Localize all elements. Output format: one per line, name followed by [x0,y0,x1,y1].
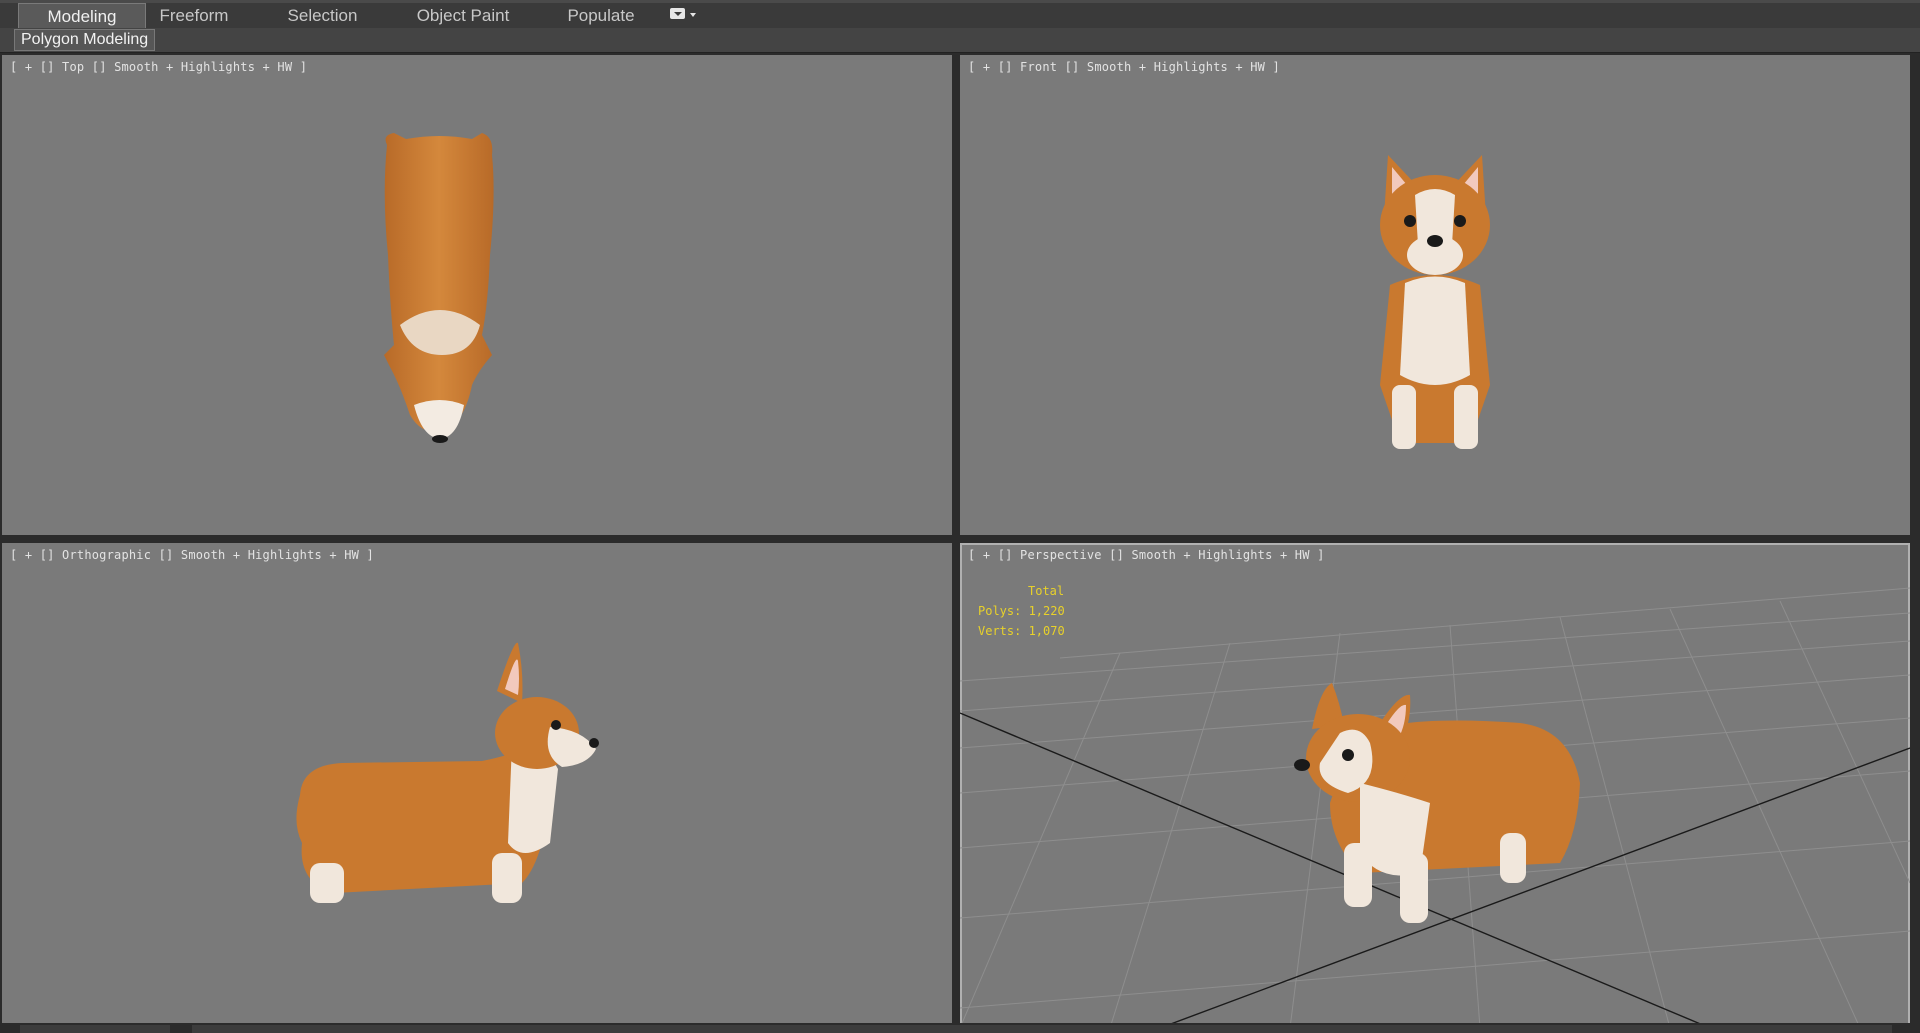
corgi-top-view [384,133,494,443]
viewport-orthographic[interactable]: [ + [] Orthographic [] Smooth + Highligh… [2,543,952,1028]
tab-populate[interactable]: Populate [560,3,642,28]
viewport-shading-menu[interactable]: Smooth + Highlights + HW [1131,548,1309,562]
tab-freeform[interactable]: Freeform [150,3,238,28]
ribbon-tab-bar: Modeling Freeform Selection Object Paint… [0,0,1920,29]
viewport-front[interactable]: [ + [] Front [] Smooth + Highlights + HW… [960,55,1910,535]
corgi-nose [1427,235,1443,247]
label-bracket: [] [997,548,1013,562]
corgi-nose [589,738,599,748]
label-bracket: [] [1109,548,1125,562]
corgi-nose [432,435,448,443]
viewport-perspective[interactable]: [ + [] Perspective [] Smooth + Highlight… [960,543,1910,1028]
corgi-leg-back [1500,833,1526,883]
corgi-leg-right [1454,385,1478,449]
viewport-label: [ + [] Perspective [] Smooth + Highlight… [968,548,1325,562]
chevron-down-icon [690,13,696,17]
viewport-menu-plus[interactable]: + [983,548,990,562]
scene-statistics: Total Polys: 1,220 Verts: 1,070 [978,581,1065,641]
ribbon-options-dropdown[interactable] [670,7,704,23]
corgi-muzzle [414,400,464,439]
viewport-top[interactable]: [ + [] Top [] Smooth + Highlights + HW ] [2,55,952,535]
3dsmax-window: Modeling Freeform Selection Object Paint… [0,0,1920,1033]
tab-selection[interactable]: Selection [280,3,365,28]
label-bracket-open: [ [968,548,976,562]
corgi-side-view [296,642,599,903]
tab-object-paint[interactable]: Object Paint [408,3,518,28]
corgi-nose [1294,759,1310,771]
corgi-chest [1400,276,1470,385]
dropdown-icon [670,8,685,19]
corgi-body [384,133,494,433]
label-bracket-close: ] [1317,548,1325,562]
perspective-scene [960,587,1910,1028]
corgi-muzzle [547,727,596,767]
corgi-eye-left [1404,215,1416,227]
corgi-leg-left [1392,385,1416,449]
corgi-front-view [1380,155,1490,449]
ribbon-panel: Polygon Modeling [0,28,1920,53]
stats-verts: Verts: 1,070 [978,624,1065,638]
panel-polygon-modeling[interactable]: Polygon Modeling [14,29,156,51]
corgi-leg-back [310,863,344,903]
stats-polys: Polys: 1,220 [978,604,1065,618]
corgi-eye-right [1454,215,1466,227]
corgi-eye [551,720,561,730]
status-segment [192,1025,1892,1033]
stats-total-label: Total [1028,584,1065,598]
corgi-eye [1342,749,1354,761]
status-segment [20,1025,170,1033]
corgi-leg-front [492,853,522,903]
corgi-leg-front-right [1400,853,1428,923]
viewport-area: [ + [] Top [] Smooth + Highlights + HW ]… [0,53,1920,1033]
viewport-point-of-view-menu[interactable]: Perspective [1020,548,1102,562]
tab-modeling[interactable]: Modeling [18,3,146,28]
status-strip [0,1023,1920,1033]
corgi-leg-front-left [1344,843,1372,907]
